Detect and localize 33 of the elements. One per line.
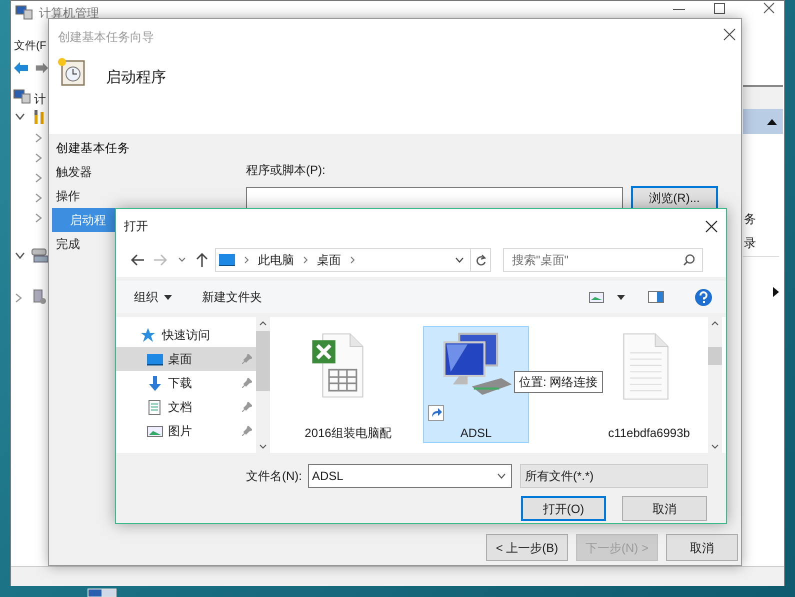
breadcrumb[interactable]: 桌面 <box>317 251 341 269</box>
wizard-heading: 创建基本任务 <box>55 140 131 157</box>
nav-item[interactable]: 下载 <box>116 371 256 395</box>
field-label: 程序或脚本(P): <box>246 162 326 179</box>
wizard-button[interactable]: 取消 <box>666 534 738 561</box>
window-title: 计算机管理 <box>39 5 99 22</box>
dialog-button[interactable]: 取消 <box>622 496 707 521</box>
page-heading: 启动程序 <box>106 68 166 88</box>
wizard-button[interactable]: < 上一步(B) <box>486 534 568 561</box>
nav-item[interactable]: 文档 <box>116 395 256 419</box>
file-item[interactable]: 2016组装电脑配 <box>295 326 401 443</box>
action-item[interactable]: 录 <box>744 234 756 252</box>
dialog-button[interactable]: 打开(O) <box>521 496 606 521</box>
breadcrumb[interactable]: 此电脑 <box>258 251 294 269</box>
tooltip: 位置: 网络连接 <box>514 371 603 393</box>
field-label: 文件名(N): <box>246 468 302 485</box>
dialog-title: 打开 <box>124 218 148 235</box>
tree-item[interactable]: 计 <box>34 90 46 108</box>
nav-item[interactable]: 图片 <box>116 419 256 443</box>
filename-field[interactable]: ADSL <box>308 464 512 488</box>
nav-item[interactable]: 桌面 <box>116 347 256 371</box>
nav-item[interactable]: 快速访问 <box>116 323 256 347</box>
file-item[interactable]: c11ebdfa6993b <box>603 326 695 443</box>
menu-item[interactable]: 文件(F <box>14 38 46 54</box>
window-title: 创建基本任务向导 <box>58 29 154 46</box>
action-item[interactable]: 务 <box>744 210 756 228</box>
toolbar-button[interactable]: 组织 <box>134 288 172 306</box>
toolbar-button[interactable]: 新建文件夹 <box>202 288 262 306</box>
search-field[interactable]: 搜索"桌面" <box>503 248 703 272</box>
wizard-step[interactable]: 触发器 <box>52 160 224 184</box>
file-type-dropdown[interactable]: 所有文件(*.*) <box>520 464 708 488</box>
wizard-step[interactable]: 操作 <box>52 184 224 208</box>
browse-button[interactable]: 浏览(R)... <box>631 186 718 210</box>
